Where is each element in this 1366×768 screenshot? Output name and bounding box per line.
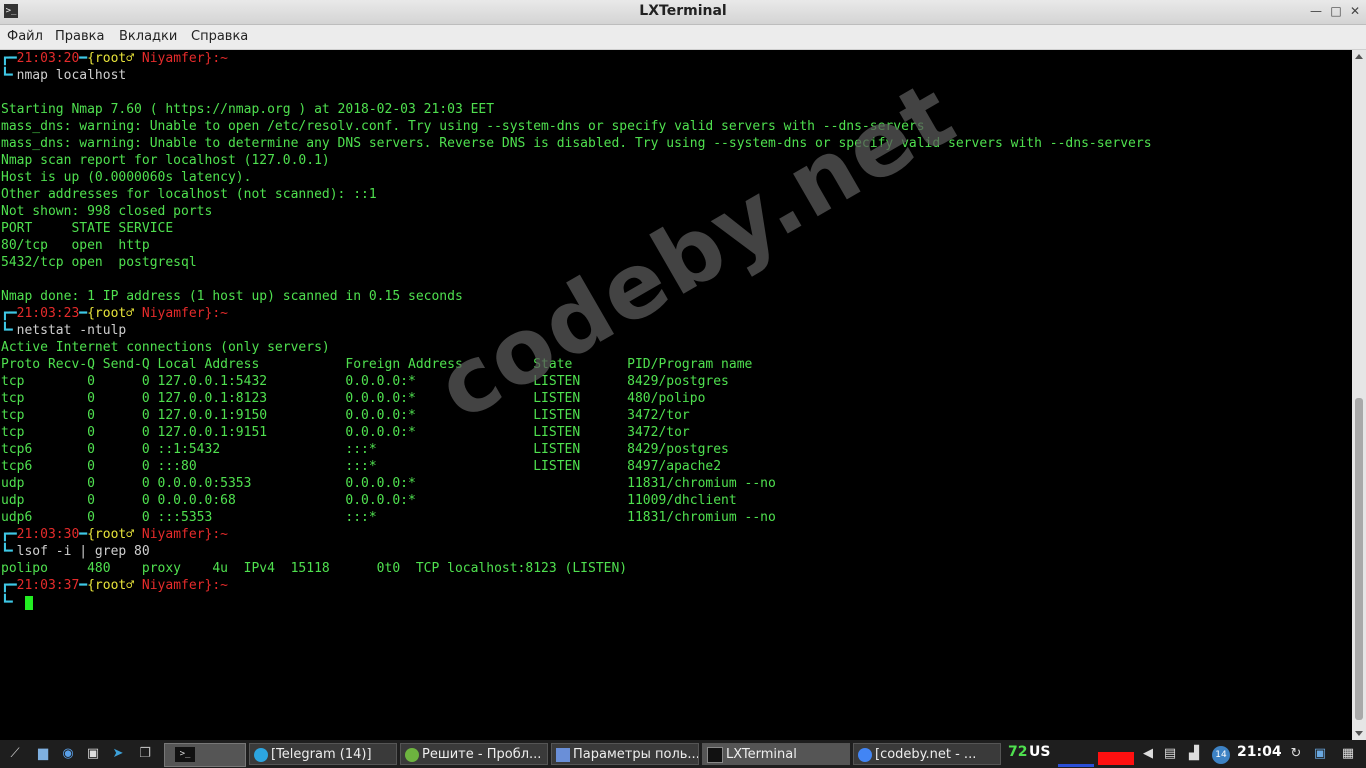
file-manager-icon[interactable]: ▆: [33, 745, 53, 763]
terminal-launch-icon[interactable]: ▣: [83, 745, 103, 763]
workspace-switcher[interactable]: >_: [164, 743, 246, 767]
keyboard-layout[interactable]: US: [1029, 744, 1050, 760]
command-line[interactable]: ┗╸: [1, 595, 17, 612]
output-line: tcp 0 0 127.0.0.1:9151 0.0.0.0:* LISTEN …: [1, 425, 690, 440]
notification-badge[interactable]: 14: [1212, 746, 1230, 764]
command-line: ┗╸netstat -ntulp: [1, 323, 127, 338]
screenshot-icon[interactable]: ▦: [1338, 745, 1358, 763]
battery-percent: 72: [1008, 744, 1028, 760]
browser-icon: [405, 747, 419, 762]
output-line: udp6 0 0 :::5353 :::* 11831/chromium --n…: [1, 510, 776, 525]
maximize-button[interactable]: □: [1328, 3, 1344, 19]
task-telegram[interactable]: [Telegram (14)]: [249, 743, 397, 765]
output-line: 80/tcp open http: [1, 238, 150, 253]
network-signal-icon[interactable]: ▟: [1184, 745, 1204, 763]
scroll-up-icon[interactable]: [1355, 54, 1363, 59]
volume-icon[interactable]: ◀: [1138, 745, 1158, 763]
output-line: Host is up (0.0000060s latency).: [1, 170, 252, 185]
minimize-button[interactable]: —: [1308, 3, 1324, 19]
output-line: mass_dns: warning: Unable to determine a…: [1, 136, 1152, 151]
task-user-settings[interactable]: Параметры поль...: [551, 743, 699, 765]
memory-monitor-bar: [1098, 752, 1134, 765]
taskbar: ⟋ ▆ ◉ ▣ ➤ ❐ >_ [Telegram (14)] Решите - …: [0, 740, 1366, 768]
task-lxterminal[interactable]: LXTerminal: [702, 743, 850, 765]
menu-edit[interactable]: Правка: [55, 29, 104, 44]
chromium-icon: [858, 747, 872, 762]
menu-tabs[interactable]: Вкладки: [119, 29, 177, 44]
output-line: tcp 0 0 127.0.0.1:9150 0.0.0.0:* LISTEN …: [1, 408, 690, 423]
clipboard-icon[interactable]: ▤: [1160, 745, 1180, 763]
command-line: ┗╸lsof -i | grep 80: [1, 544, 150, 559]
task-chromium[interactable]: [codeby.net - ...: [853, 743, 1001, 765]
output-line: udp 0 0 0.0.0.0:68 0.0.0.0:* 11009/dhcli…: [1, 493, 737, 508]
output-line: Starting Nmap 7.60 ( https://nmap.org ) …: [1, 102, 495, 117]
title-bar: >_ LXTerminal — □ ✕: [0, 0, 1366, 25]
prompt-line: ┏━21:03:20━{root♂ Niyamfer}:~: [1, 51, 228, 66]
prompt-line: ┏━21:03:23━{root♂ Niyamfer}:~: [1, 306, 228, 321]
menu-bar: Файл Правка Вкладки Справка: [0, 25, 1366, 50]
output-line: Not shown: 998 closed ports: [1, 204, 213, 219]
display-icon[interactable]: ▣: [1310, 745, 1330, 763]
output-line: tcp 0 0 127.0.0.1:5432 0.0.0.0:* LISTEN …: [1, 374, 729, 389]
vertical-scrollbar[interactable]: [1352, 50, 1366, 740]
terminal-output[interactable]: ┏━21:03:20━{root♂ Niyamfer}:~ ┗╸nmap loc…: [0, 50, 1352, 738]
prompt-line: ┏━21:03:37━{root♂ Niyamfer}:~: [1, 578, 228, 593]
browser-icon[interactable]: ◉: [58, 745, 78, 763]
output-line: tcp6 0 0 ::1:5432 :::* LISTEN 8429/postg…: [1, 442, 729, 457]
output-line: tcp 0 0 127.0.0.1:8123 0.0.0.0:* LISTEN …: [1, 391, 706, 406]
telegram-launch-icon[interactable]: ➤: [108, 745, 128, 763]
window-title: LXTerminal: [639, 3, 727, 19]
cpu-monitor-graph: [1058, 746, 1094, 767]
scroll-down-icon[interactable]: [1355, 731, 1363, 736]
telegram-icon: [254, 747, 268, 762]
output-line: polipo 480 proxy 4u IPv4 15118 0t0 TCP l…: [1, 561, 628, 576]
close-button[interactable]: ✕: [1347, 3, 1363, 19]
menu-file[interactable]: Файл: [7, 29, 43, 44]
output-line: PORT STATE SERVICE: [1, 221, 174, 236]
workspace-1-icon[interactable]: >_: [175, 747, 195, 762]
user-settings-icon: [556, 747, 570, 762]
output-line: Nmap scan report for localhost (127.0.0.…: [1, 153, 330, 168]
prompt-line: ┏━21:03:30━{root♂ Niyamfer}:~: [1, 527, 228, 542]
clock[interactable]: 21:04: [1237, 744, 1282, 760]
command-line: ┗╸nmap localhost: [1, 68, 127, 83]
menu-help[interactable]: Справка: [191, 29, 248, 44]
refresh-icon[interactable]: ↻: [1286, 745, 1306, 763]
output-line: udp 0 0 0.0.0.0:5353 0.0.0.0:* 11831/chr…: [1, 476, 776, 491]
text-cursor: [25, 596, 33, 610]
windows-icon[interactable]: ❐: [135, 745, 155, 763]
task-browser[interactable]: Решите - Пробл...: [400, 743, 548, 765]
start-menu-icon[interactable]: ⟋: [5, 745, 25, 763]
output-line: Nmap done: 1 IP address (1 host up) scan…: [1, 289, 463, 304]
terminal-icon: [707, 746, 723, 763]
output-line: Proto Recv-Q Send-Q Local Address Foreig…: [1, 357, 753, 372]
output-line: tcp6 0 0 :::80 :::* LISTEN 8497/apache2: [1, 459, 722, 474]
output-line: Active Internet connections (only server…: [1, 340, 330, 355]
output-line: 5432/tcp open postgresql: [1, 255, 197, 270]
output-line: Other addresses for localhost (not scann…: [1, 187, 377, 202]
output-line: mass_dns: warning: Unable to open /etc/r…: [1, 119, 925, 134]
scrollbar-thumb[interactable]: [1355, 398, 1363, 720]
